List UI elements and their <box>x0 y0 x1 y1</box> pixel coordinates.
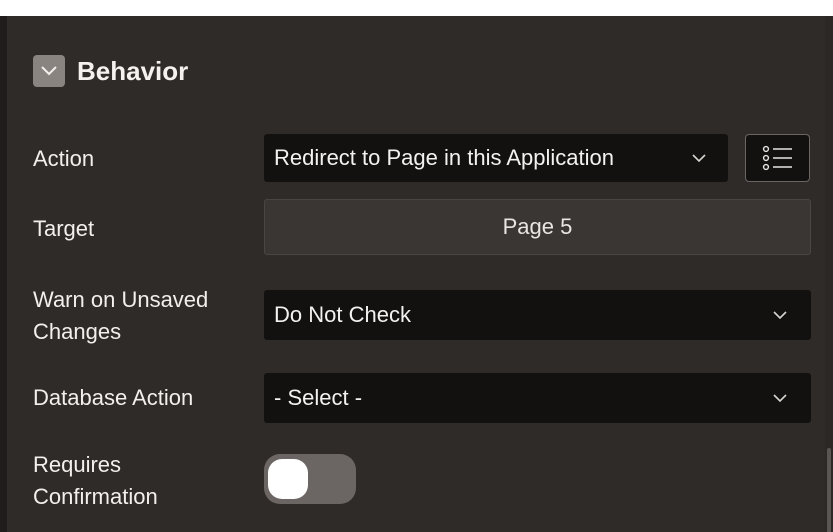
list-button[interactable] <box>745 134 810 182</box>
chevron-down-icon <box>692 154 706 163</box>
top-edge <box>0 0 833 16</box>
warn-on-unsaved-label-line1: Warn on Unsaved <box>33 287 209 312</box>
chevron-down-icon <box>41 66 57 76</box>
target-button[interactable]: Page 5 <box>264 199 811 255</box>
scrollbar-thumb[interactable] <box>827 448 831 532</box>
behavior-panel: Behavior Action Redirect to Page in this… <box>0 0 833 532</box>
action-label: Action <box>33 146 95 171</box>
action-select-value: Redirect to Page in this Application <box>274 145 614 170</box>
warn-on-unsaved-label-line2: Changes <box>33 319 122 344</box>
requires-confirmation-label-line1: Requires <box>33 452 122 477</box>
target-label: Target <box>33 216 95 241</box>
warn-on-unsaved-select[interactable]: Do Not Check <box>264 290 811 340</box>
section-title: Behavior <box>77 55 189 86</box>
database-action-value: - Select - <box>274 385 363 410</box>
chevron-down-icon <box>773 311 787 320</box>
scrollbar-track[interactable] <box>825 16 833 532</box>
target-value: Page 5 <box>502 214 573 239</box>
chevron-down-icon <box>773 394 787 403</box>
toggle-knob[interactable] <box>268 459 308 499</box>
list-icon <box>762 145 792 171</box>
requires-confirmation-label-line2: Confirmation <box>33 484 158 509</box>
database-action-label: Database Action <box>33 385 194 410</box>
requires-confirmation-toggle[interactable] <box>264 454 356 504</box>
left-edge <box>0 16 7 532</box>
section-header: Behavior <box>33 55 188 87</box>
action-select[interactable]: Redirect to Page in this Application <box>264 134 728 182</box>
database-action-select[interactable]: - Select - <box>264 373 811 423</box>
warn-on-unsaved-value: Do Not Check <box>274 302 411 327</box>
collapse-button[interactable] <box>33 55 65 87</box>
